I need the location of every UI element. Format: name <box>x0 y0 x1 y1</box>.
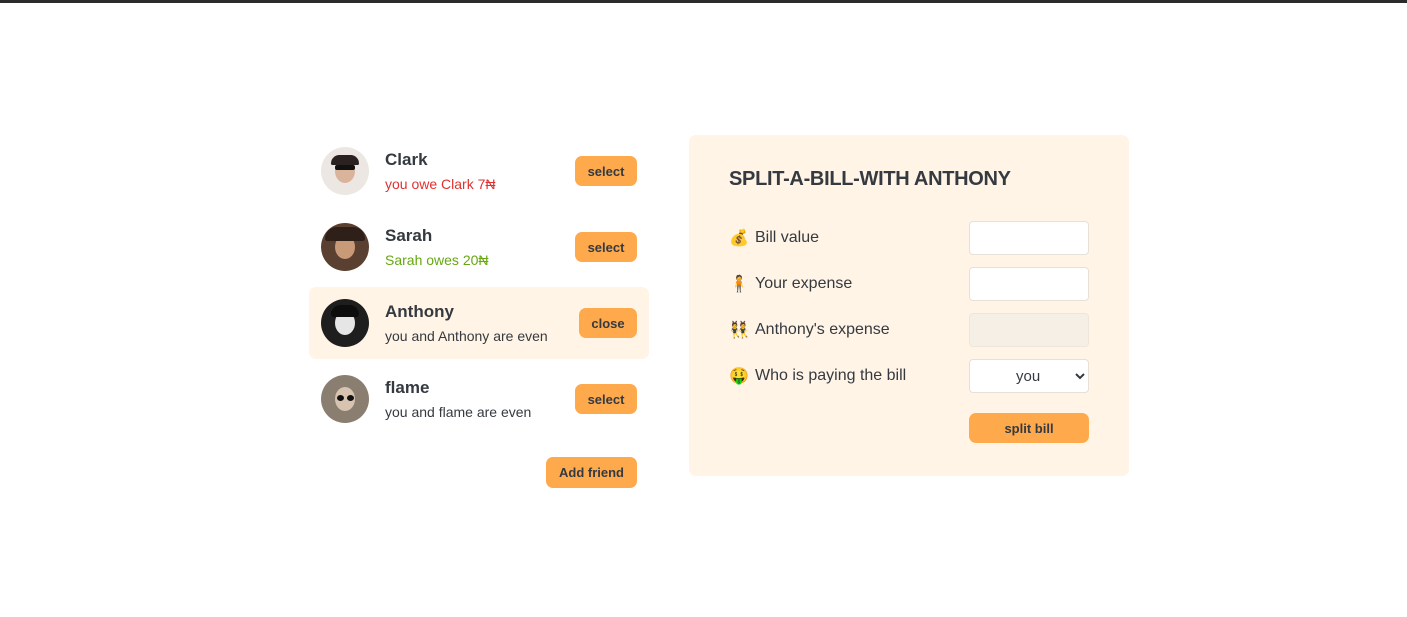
friend-item-sarah: Sarah Sarah owes 20₦ select <box>309 211 649 283</box>
split-bill-form: Split-a-bill-with Anthony 💰 Bill value 🧍… <box>689 135 1129 476</box>
your-expense-label: Your expense <box>755 275 853 292</box>
friend-name: Sarah <box>385 226 433 245</box>
avatar <box>321 147 369 195</box>
friend-item-flame: flame you and flame are even select <box>309 363 649 435</box>
your-expense-input[interactable] <box>969 267 1089 301</box>
money-mouth-face-icon: 🤑 <box>729 368 749 385</box>
bill-value-input[interactable] <box>969 221 1089 255</box>
top-border <box>0 0 1407 3</box>
friend-expense-input <box>969 313 1089 347</box>
friend-balance-status: Sarah owes 20₦ <box>385 252 489 268</box>
person-icon: 🧍 <box>729 276 749 293</box>
friend-name: Anthony <box>385 302 454 321</box>
friend-balance-status: you owe Clark 7₦ <box>385 176 496 192</box>
bill-value-label: Bill value <box>755 229 820 246</box>
friends-list: Clark you owe Clark 7₦ select Sarah Sara… <box>309 135 649 435</box>
friend-balance-status: you and Anthony are even <box>385 328 548 344</box>
friend-name: flame <box>385 378 430 397</box>
bill-value-row: 💰 Bill value <box>729 221 1089 255</box>
payer-row: 🤑 Who is paying the bill you <box>729 359 1089 393</box>
avatar <box>321 223 369 271</box>
avatar <box>321 375 369 423</box>
sidebar: Clark you owe Clark 7₦ select Sarah Sara… <box>309 135 649 488</box>
select-friend-button[interactable]: select <box>575 384 637 414</box>
money-bag-icon: 💰 <box>729 230 749 247</box>
select-friend-button[interactable]: select <box>575 156 637 186</box>
close-friend-button[interactable]: close <box>579 308 637 338</box>
friend-expense-row: 👯 Anthony's expense <box>729 313 1089 347</box>
select-friend-button[interactable]: select <box>575 232 637 262</box>
payer-label: Who is paying the bill <box>755 367 907 384</box>
your-expense-row: 🧍 Your expense <box>729 267 1089 301</box>
friend-expense-label: Anthony's expense <box>755 321 890 338</box>
friend-item-anthony: Anthony you and Anthony are even close <box>309 287 649 359</box>
friend-item-clark: Clark you owe Clark 7₦ select <box>309 135 649 207</box>
avatar <box>321 299 369 347</box>
add-friend-button[interactable]: Add friend <box>546 457 637 488</box>
split-bill-button[interactable]: split bill <box>969 413 1089 443</box>
people-icon: 👯 <box>729 322 749 339</box>
payer-select[interactable]: you <box>969 359 1089 393</box>
app: Clark you owe Clark 7₦ select Sarah Sara… <box>309 135 1129 488</box>
form-title: Split-a-bill-with Anthony <box>729 168 1011 190</box>
friend-balance-status: you and flame are even <box>385 404 532 420</box>
friend-name: Clark <box>385 150 428 169</box>
